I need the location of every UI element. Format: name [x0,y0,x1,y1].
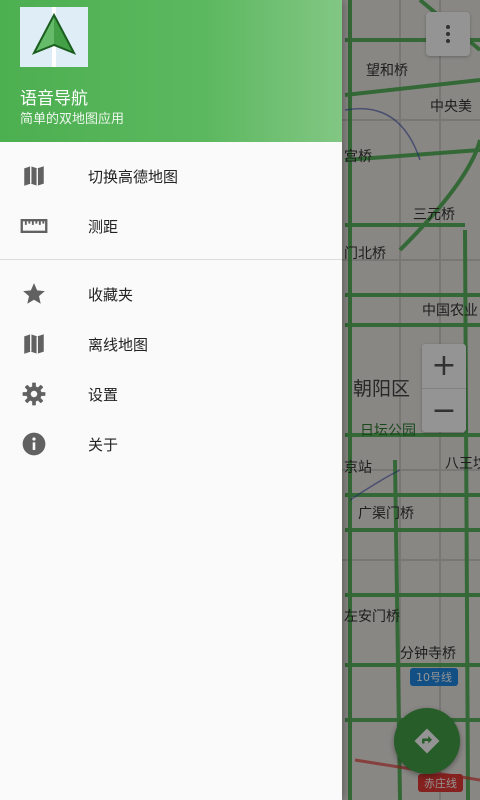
menu-item-label: 离线地图 [88,335,149,354]
star-icon [20,280,48,308]
menu-item-about[interactable]: 关于 [0,419,342,469]
map-icon [20,162,48,190]
menu-item-offline-map[interactable]: 离线地图 [0,319,342,369]
menu-item-favorites[interactable]: 收藏夹 [0,269,342,319]
gear-icon [20,380,48,408]
menu-item-label: 关于 [88,435,119,454]
menu-item-settings[interactable]: 设置 [0,369,342,419]
menu-group-secondary: 收藏夹 离线地图 设置 关于 [0,260,342,469]
menu-item-label: 收藏夹 [88,285,134,304]
menu-item-measure-distance[interactable]: 测距 [0,201,342,251]
app-name: 语音导航 [20,89,88,109]
drawer-header: 语音导航 简单的双地图应用 [0,0,342,142]
map-icon [20,330,48,358]
app-logo [20,7,88,67]
menu-item-switch-amap[interactable]: 切换高德地图 [0,151,342,201]
menu-item-label: 设置 [88,385,119,404]
menu-item-label: 切换高德地图 [88,167,179,186]
menu-group-primary: 切换高德地图 测距 [0,142,342,251]
app-subtitle: 简单的双地图应用 [20,112,125,127]
menu-item-label: 测距 [88,217,119,236]
info-icon [20,430,48,458]
navigation-drawer: 语音导航 简单的双地图应用 切换高德地图 测距 收藏夹 离线地图 设置 关于 [0,0,342,800]
navigation-arrow-icon [31,7,77,67]
ruler-icon [20,212,48,240]
